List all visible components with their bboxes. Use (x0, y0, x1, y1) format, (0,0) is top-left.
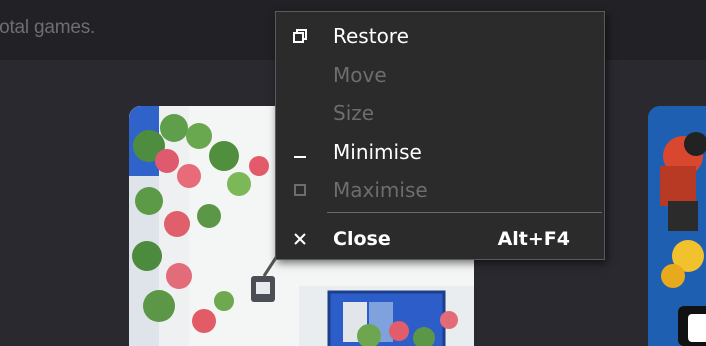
window-system-menu: Restore Move Size Minimise Maximise Clos… (275, 11, 605, 260)
menu-item-size[interactable]: Size (276, 94, 604, 132)
game-artwork-image (648, 106, 706, 346)
menu-item-move[interactable]: Move (276, 56, 604, 94)
menu-item-label: Maximise (333, 178, 428, 202)
maximise-icon (290, 171, 310, 209)
menu-item-shortcut: Alt+F4 (497, 228, 570, 250)
game-card-partial[interactable] (648, 106, 706, 346)
menu-item-label: Size (333, 101, 375, 125)
menu-item-minimise[interactable]: Minimise (276, 133, 604, 171)
menu-item-label: Minimise (333, 140, 422, 164)
menu-item-close[interactable]: Close Alt+F4 (276, 220, 604, 258)
minimise-icon (290, 133, 310, 171)
games-count-text: total games. (0, 17, 96, 38)
menu-separator (327, 212, 602, 213)
menu-item-label: Restore (333, 24, 409, 48)
menu-item-label: Move (333, 63, 387, 87)
menu-item-maximise[interactable]: Maximise (276, 171, 604, 209)
restore-icon (290, 17, 310, 55)
close-icon (290, 220, 310, 258)
menu-item-restore[interactable]: Restore (276, 17, 604, 55)
menu-item-label: Close (333, 228, 391, 250)
